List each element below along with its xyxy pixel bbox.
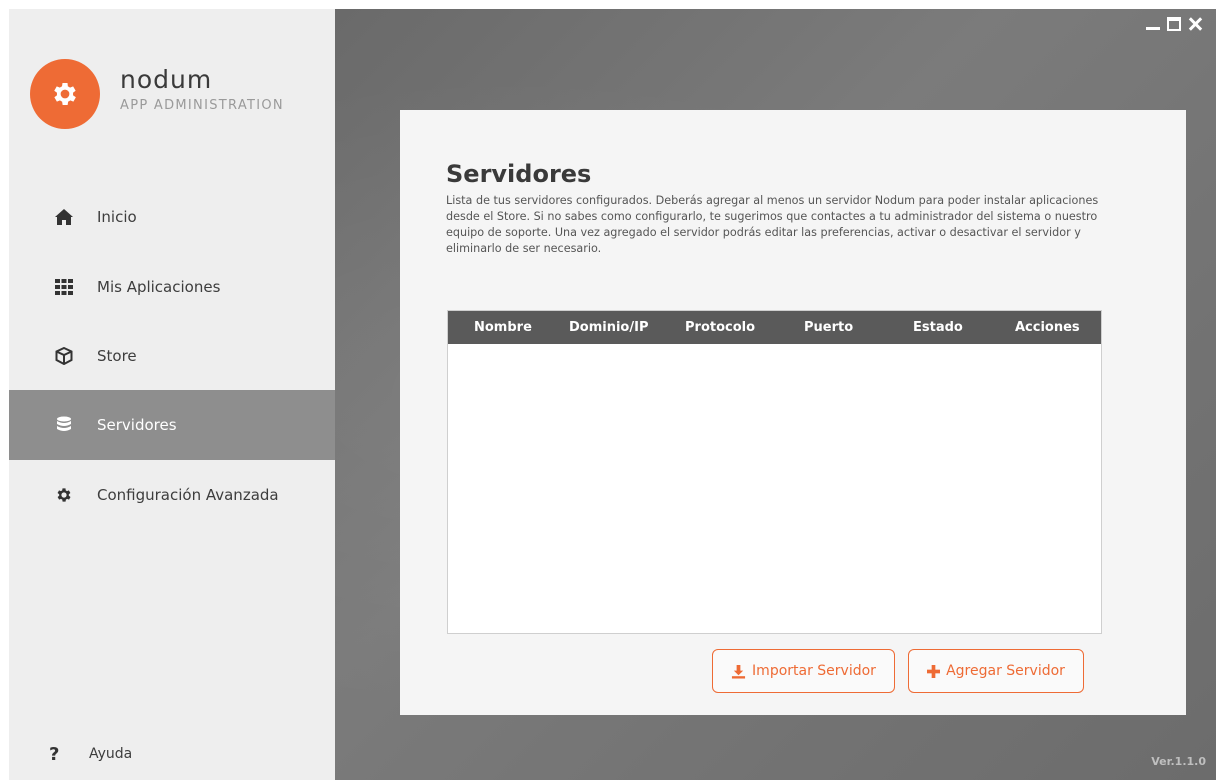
minimize-icon[interactable] bbox=[1146, 17, 1160, 31]
window-controls bbox=[1146, 17, 1202, 31]
sidebar-item-label: Inicio bbox=[97, 208, 137, 226]
app-name: nodum bbox=[120, 65, 213, 94]
sidebar-item-configuracion-avanzada[interactable]: Configuración Avanzada bbox=[9, 460, 335, 530]
column-header-protocolo: Protocolo bbox=[685, 320, 756, 335]
grid-icon bbox=[53, 276, 75, 298]
app-logo: nodum APP ADMINISTRATION bbox=[30, 59, 320, 129]
import-server-button[interactable]: Importar Servidor bbox=[712, 649, 895, 693]
logo-gear-icon bbox=[30, 59, 100, 129]
close-icon[interactable] bbox=[1188, 17, 1202, 31]
version-label: Ver.1.1.0 bbox=[1151, 755, 1206, 768]
download-icon bbox=[731, 664, 746, 679]
home-icon bbox=[53, 206, 75, 228]
column-header-acciones: Acciones bbox=[1015, 320, 1080, 335]
sidebar-item-mis-aplicaciones[interactable]: Mis Aplicaciones bbox=[9, 252, 335, 322]
main-area: Servidores Lista de tus servidores confi… bbox=[335, 9, 1216, 780]
page-description: Lista de tus servidores configurados. De… bbox=[446, 194, 1099, 255]
sidebar-item-label: Store bbox=[97, 347, 137, 365]
plus-icon bbox=[927, 664, 941, 678]
sidebar-item-servidores[interactable]: Servidores bbox=[9, 390, 335, 460]
help-label: Ayuda bbox=[89, 746, 133, 762]
servers-table: Nombre Dominio/IP Protocolo Puerto Estad… bbox=[447, 310, 1102, 634]
database-icon bbox=[53, 414, 75, 436]
sidebar-item-label: Mis Aplicaciones bbox=[97, 278, 221, 296]
add-server-label: Agregar Servidor bbox=[946, 663, 1065, 679]
sidebar-item-inicio[interactable]: Inicio bbox=[9, 182, 335, 252]
gear-icon bbox=[53, 484, 75, 506]
sidebar-item-store[interactable]: Store bbox=[9, 321, 335, 391]
box-icon bbox=[53, 345, 75, 367]
import-server-label: Importar Servidor bbox=[752, 663, 876, 679]
column-header-dominio-ip: Dominio/IP bbox=[569, 320, 649, 335]
maximize-icon[interactable] bbox=[1167, 17, 1181, 31]
add-server-button[interactable]: Agregar Servidor bbox=[908, 649, 1084, 693]
sidebar-item-label: Configuración Avanzada bbox=[97, 486, 279, 504]
sidebar: nodum APP ADMINISTRATION Inicio Mis Apli… bbox=[9, 9, 335, 780]
page-title: Servidores bbox=[446, 160, 592, 188]
column-header-puerto: Puerto bbox=[804, 320, 854, 335]
help-link[interactable]: ? Ayuda bbox=[9, 739, 335, 769]
column-header-nombre: Nombre bbox=[474, 320, 532, 335]
column-header-estado: Estado bbox=[913, 320, 963, 335]
app-subtitle: APP ADMINISTRATION bbox=[120, 98, 284, 113]
app-window: nodum APP ADMINISTRATION Inicio Mis Apli… bbox=[9, 9, 1216, 780]
question-icon: ? bbox=[49, 743, 60, 765]
servers-panel: Servidores Lista de tus servidores confi… bbox=[400, 110, 1186, 715]
table-header: Nombre Dominio/IP Protocolo Puerto Estad… bbox=[448, 311, 1101, 344]
sidebar-item-label: Servidores bbox=[97, 416, 177, 434]
